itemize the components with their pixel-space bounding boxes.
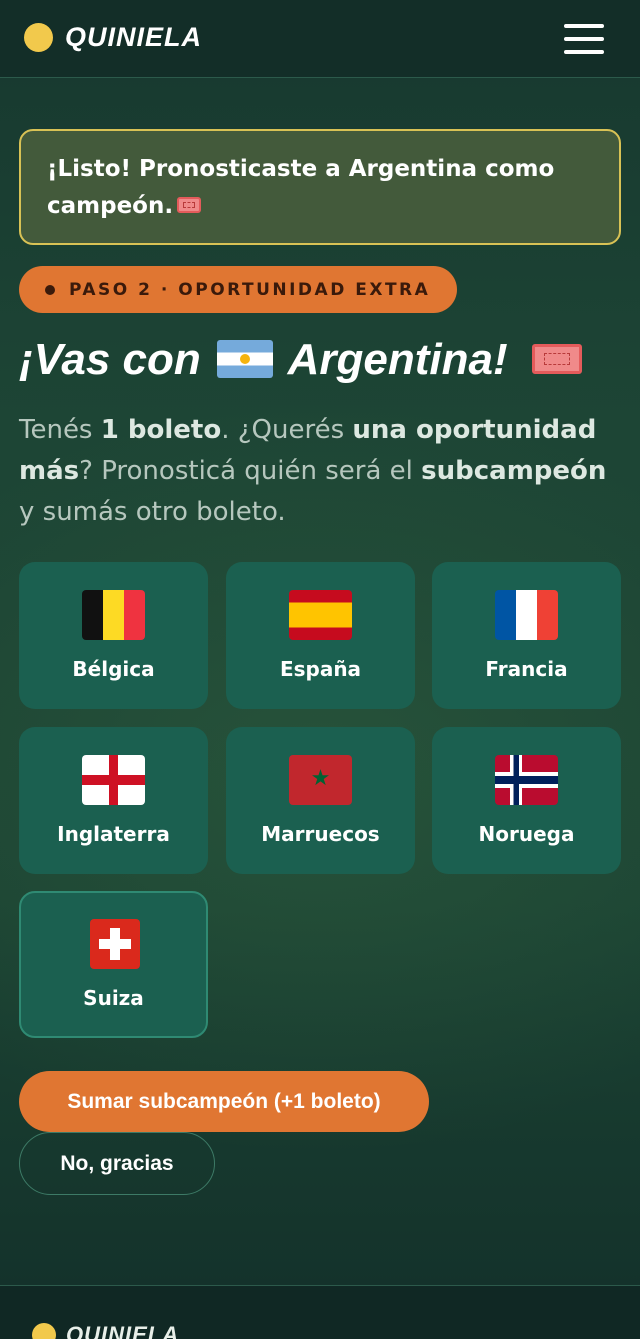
add-runner-up-button[interactable]: Sumar subcampeón (+1 boleto) bbox=[19, 1071, 429, 1132]
argentina-flag-icon bbox=[217, 340, 273, 379]
menu-bar-icon bbox=[564, 24, 604, 28]
success-notice: ¡Listo! Pronosticaste a Argentina como c… bbox=[19, 129, 621, 245]
switzerland-flag-icon bbox=[90, 919, 140, 969]
team-option-inglaterra[interactable]: Inglaterra bbox=[19, 727, 208, 874]
notice-text: ¡Listo! Pronosticaste a Argentina como c… bbox=[47, 156, 555, 219]
title-team: Argentina! bbox=[287, 335, 508, 384]
footer-logo[interactable]: QUINIELA bbox=[32, 1322, 179, 1339]
desc-text: . ¿Querés bbox=[221, 415, 353, 445]
team-name: Noruega bbox=[478, 822, 575, 846]
team-name: Francia bbox=[485, 657, 568, 681]
team-option-noruega[interactable]: Noruega bbox=[432, 727, 621, 874]
footer-brand-name: QUINIELA bbox=[66, 1322, 180, 1339]
belgium-flag-icon bbox=[82, 590, 145, 640]
team-option-espana[interactable]: España bbox=[226, 562, 415, 709]
desc-text: ? Pronosticá quién será el bbox=[79, 456, 422, 486]
desc-bold: 1 boleto bbox=[100, 415, 222, 445]
team-name: Inglaterra bbox=[57, 822, 170, 846]
footer: QUINIELA bbox=[0, 1285, 640, 1339]
ticket-icon bbox=[531, 344, 582, 375]
brand-name: QUINIELA bbox=[65, 22, 203, 52]
team-option-suiza[interactable]: Suiza bbox=[19, 891, 208, 1038]
team-option-marruecos[interactable]: Marruecos bbox=[226, 727, 415, 874]
desc-bold: subcampeón bbox=[421, 456, 607, 486]
england-flag-icon bbox=[82, 755, 145, 805]
logo-dot-icon bbox=[24, 23, 53, 52]
step-dot-icon bbox=[45, 284, 55, 295]
menu-bar-icon bbox=[564, 37, 604, 41]
step-label: PASO 2 · OPORTUNIDAD EXTRA bbox=[69, 279, 431, 300]
title-prefix: ¡Vas con bbox=[19, 335, 201, 384]
morocco-flag-icon bbox=[289, 755, 352, 805]
team-name: Bélgica bbox=[72, 657, 155, 681]
ticket-icon bbox=[177, 196, 202, 213]
menu-bar-icon bbox=[564, 50, 604, 54]
brand-logo[interactable]: QUINIELA bbox=[24, 22, 202, 53]
team-name: Marruecos bbox=[261, 822, 380, 846]
desc-text: y sumás otro boleto. bbox=[19, 497, 286, 527]
step-badge: PASO 2 · OPORTUNIDAD EXTRA bbox=[19, 266, 457, 313]
team-option-belgica[interactable]: Bélgica bbox=[19, 562, 208, 709]
norway-flag-icon bbox=[495, 755, 558, 805]
top-header: QUINIELA bbox=[0, 0, 640, 78]
france-flag-icon bbox=[495, 590, 558, 640]
team-name: España bbox=[279, 657, 362, 681]
page-title: ¡Vas con Argentina! bbox=[19, 332, 629, 392]
spain-flag-icon bbox=[289, 590, 352, 640]
logo-dot-icon bbox=[32, 1323, 56, 1339]
team-name: Suiza bbox=[83, 986, 144, 1010]
description: Tenés 1 boleto. ¿Querés una oportunidad … bbox=[19, 410, 624, 533]
desc-text: Tenés bbox=[19, 415, 101, 445]
decline-button[interactable]: No, gracias bbox=[19, 1132, 215, 1195]
team-option-francia[interactable]: Francia bbox=[432, 562, 621, 709]
hamburger-menu-button[interactable] bbox=[564, 24, 604, 54]
